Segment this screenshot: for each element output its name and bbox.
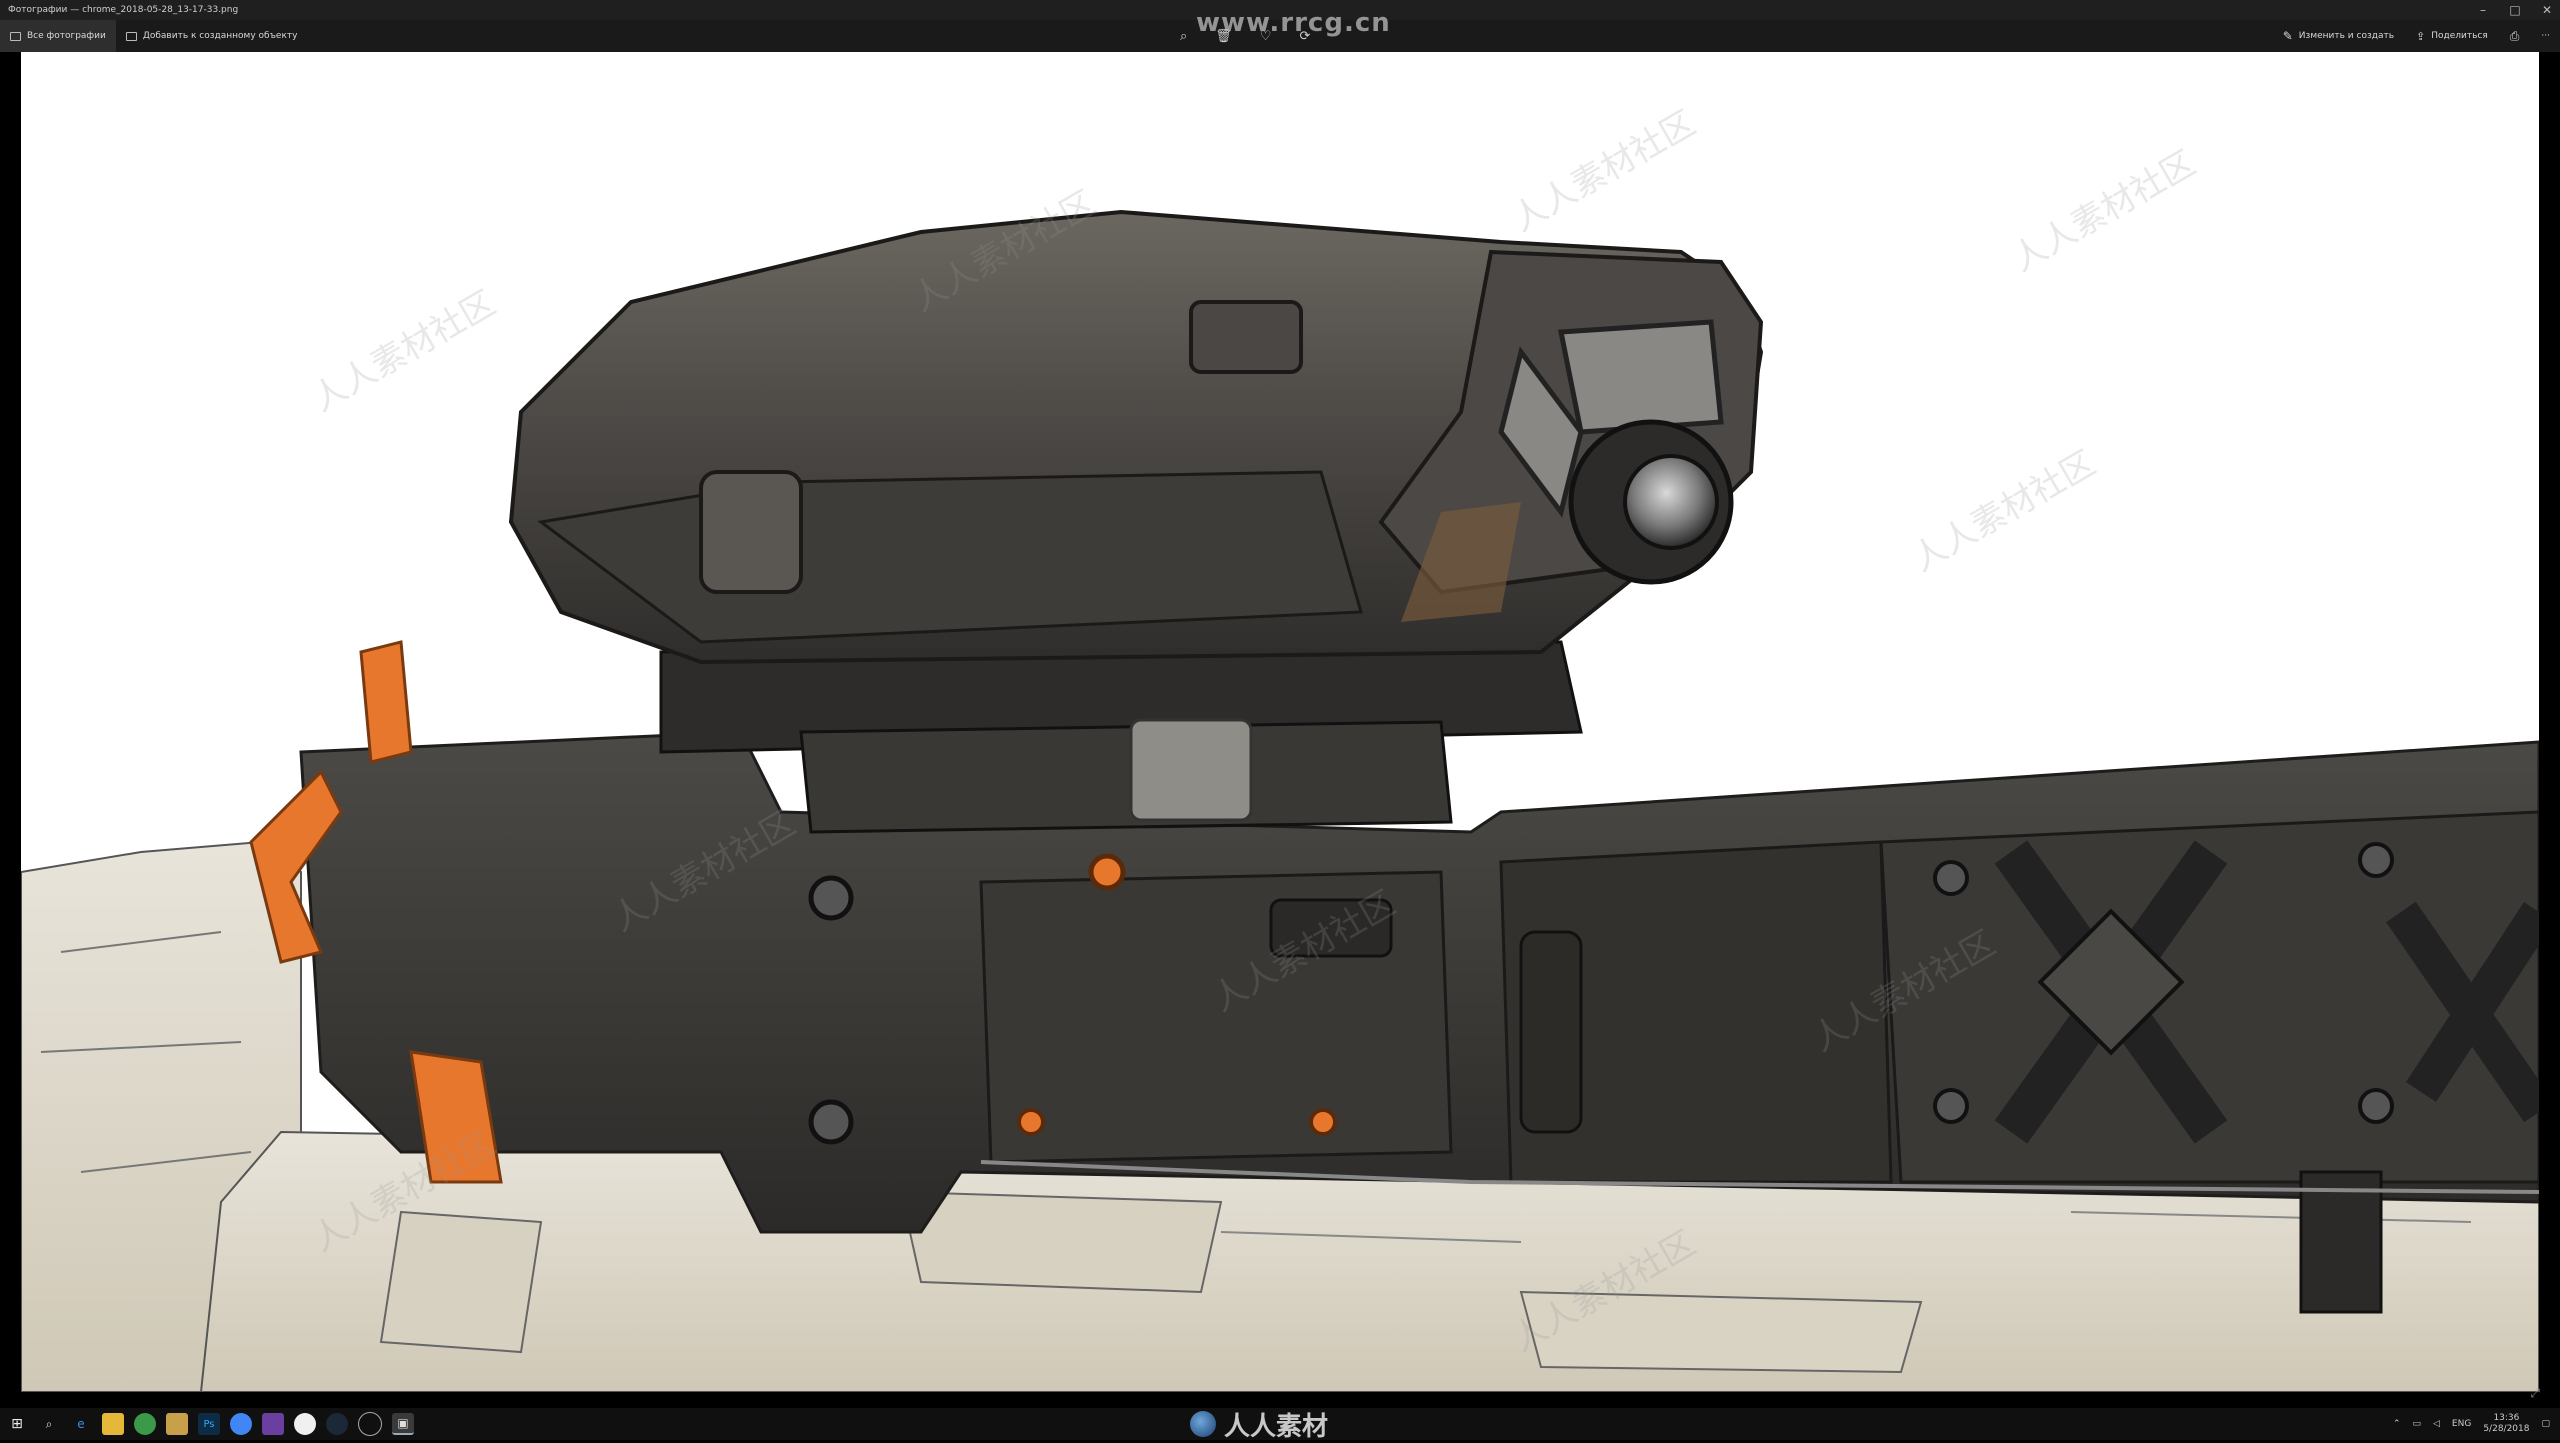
photoshop-icon[interactable]: Ps [198,1413,220,1435]
edge-icon[interactable]: e [70,1413,92,1435]
print-icon: ⎙ [2509,28,2520,43]
notifications-icon[interactable]: ▢ [2541,1419,2550,1429]
clock[interactable]: 13:36 5/28/2018 [2483,1413,2529,1435]
minimize-button[interactable]: – [2476,3,2490,17]
watermark-logo-icon [1190,1411,1216,1437]
edit-create-label: Изменить и создать [2298,31,2395,41]
window-controls: – □ ✕ [2476,0,2554,20]
fullscreen-icon[interactable]: ⤢ [2530,1386,2540,1401]
add-creation-icon [125,31,137,41]
fusion-icon[interactable] [294,1413,316,1435]
edit-create-button[interactable]: ✎ Изменить и создать [2283,20,2394,52]
rendered-3d-model-image: 人人素材社区 人人素材社区 人人素材社区 人人素材社区 人人素材社区 人人素材社… [21,103,2539,1392]
windows-taskbar: ⊞ ⌕ e Ps ▣ 人人素材 ⌃ ▭ ◁ ENG 13:36 5/28/201… [0,1408,2560,1442]
add-to-creation-button[interactable]: Добавить к созданному объекту [116,20,308,52]
folder-icon[interactable] [166,1413,188,1435]
all-photos-label: Все фотографии [27,31,106,41]
network-icon[interactable]: ▭ [2412,1419,2421,1429]
chrome-icon[interactable] [134,1413,156,1435]
edit-icon: ✎ [2282,29,2293,43]
search-icon[interactable]: ⌕ [38,1413,60,1435]
clock-date: 5/28/2018 [2483,1424,2530,1434]
system-tray: ⌃ ▭ ◁ ENG 13:36 5/28/2018 ▢ [2393,1408,2550,1440]
show-hidden-icons-icon[interactable]: ⌃ [2393,1419,2401,1429]
share-label: Поделиться [2431,31,2488,41]
more-label: ··· [2541,31,2550,41]
chrome-alt-icon[interactable] [230,1413,252,1435]
steam-icon[interactable] [326,1413,348,1435]
file-explorer-icon[interactable] [102,1413,124,1435]
windows-start-icon[interactable]: ⊞ [0,1408,34,1440]
watermark-top: www.rrcg.cn [1196,8,1391,38]
all-photos-button[interactable]: Все фотографии [0,20,116,52]
watermark-bottom-text: 人人素材 [1224,1411,1329,1442]
watermark-tile: 人人素材社区 [1906,443,2103,580]
watermark-bottom: 人人素材 [1190,1408,1329,1442]
language-indicator[interactable]: ENG [2452,1419,2471,1429]
add-to-creation-label: Добавить к созданному объекту [142,31,298,41]
clock-app-icon[interactable] [358,1412,382,1436]
volume-icon[interactable]: ◁ [2433,1419,2440,1429]
maximize-button[interactable]: □ [2508,3,2522,17]
zoom-in-icon[interactable]: ⌕ [1180,29,1187,44]
share-button[interactable]: ⇪ Поделиться [2416,20,2488,52]
watermark-tile: 人人素材社区 [2006,143,2203,280]
visual-studio-icon[interactable] [262,1413,284,1435]
scope-mount [659,640,1583,834]
print-button[interactable]: ⎙ [2510,20,2520,52]
clock-time: 13:36 [2493,1413,2520,1423]
watermark-tile: 人人素材社区 [1506,103,1703,240]
scope-housing [508,209,1764,665]
share-icon: ⇪ [2416,29,2426,43]
photos-icon [10,31,21,41]
more-button[interactable]: ··· [2541,20,2550,52]
photos-icon[interactable]: ▣ [392,1413,414,1435]
watermark-tile: 人人素材社区 [306,283,503,420]
photo-viewer-canvas[interactable]: 人人素材社区 人人素材社区 人人素材社区 人人素材社区 人人素材社区 人人素材社… [21,52,2539,1392]
window-title: Фотографии — chrome_2018-05-28_13-17-33.… [8,5,239,15]
close-button[interactable]: ✕ [2540,3,2554,17]
